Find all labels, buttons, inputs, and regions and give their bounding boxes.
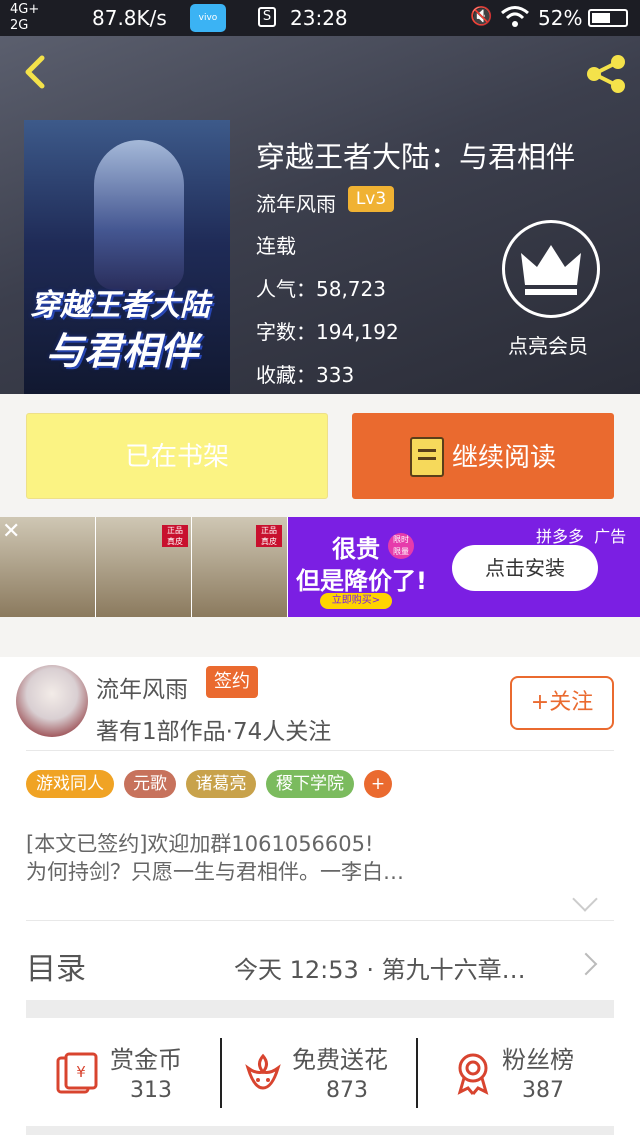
book-cover[interactable]: 穿越王者大陆 与君相伴 (24, 120, 230, 394)
cover-illustration (94, 140, 184, 290)
ad-headline-1: 很贵 (332, 535, 380, 563)
tag-chip[interactable]: 稷下学院 (266, 770, 354, 798)
book-author[interactable]: 流年风雨 (256, 188, 336, 217)
toc-latest-chapter[interactable]: 今天 12:53 · 第九十六章… (234, 950, 526, 985)
section-gap (26, 1126, 614, 1135)
author-name[interactable]: 流年风雨 (96, 670, 188, 704)
toc-label[interactable]: 目录 (26, 944, 86, 988)
ad-limit-badge: 限时 限量 (388, 533, 414, 559)
book-popularity: 人气：58,723 (256, 277, 386, 301)
shoe-genuine-tag: 正品 真皮 (256, 525, 282, 547)
battery-icon (588, 9, 628, 27)
stat-divider (220, 1038, 222, 1108)
intro-line: [本文已签约]欢迎加群1061056605! (26, 832, 374, 856)
ad-install-button[interactable]: 点击安装 (452, 545, 598, 591)
continue-reading-button[interactable]: 继续阅读 (352, 413, 614, 499)
ad-close-icon[interactable]: ✕ (2, 519, 20, 544)
intro-line: 为何持剑？只愿一生与君相伴。一李白… (26, 860, 404, 884)
book-favorites: 收藏：333 (256, 363, 355, 387)
vip-crown-icon[interactable] (502, 220, 600, 318)
divider (26, 750, 614, 751)
ad-source-label: 拼多多 广告 (536, 527, 627, 546)
ad-headline-2: 但是降价了! (296, 567, 427, 595)
stat-value: 387 (522, 1078, 564, 1103)
tag-chip[interactable]: 诸葛亮 (186, 770, 256, 798)
mute-icon: 🔇 (470, 6, 493, 27)
status-bar: 4G+ 2G 87.8K/s vivo S 23:28 🔇 52% (0, 0, 640, 36)
battery-percentage: 52% (538, 6, 583, 30)
stat-name[interactable]: 免费送花 (292, 1040, 388, 1075)
author-avatar[interactable] (16, 665, 88, 737)
share-icon[interactable] (582, 50, 630, 98)
add-tag-button[interactable]: + (364, 770, 392, 798)
section-gap (26, 1000, 614, 1018)
book-title: 穿越王者大陆：与君相伴 (256, 140, 576, 174)
divider (26, 920, 614, 921)
network-speed: 87.8K/s (92, 6, 167, 30)
cover-title-line2: 与君相伴 (46, 329, 199, 373)
signal-indicator: 4G+ 2G (10, 2, 40, 33)
shoe-genuine-tag: 正品 真皮 (162, 525, 188, 547)
vip-label[interactable]: 点亮会员 (508, 330, 588, 359)
stat-name[interactable]: 赏金币 (110, 1040, 182, 1075)
clock: 23:28 (290, 6, 348, 30)
back-arrow-icon[interactable] (16, 52, 56, 92)
author-summary: 著有1部作品·74人关注 (96, 719, 332, 745)
author-level-badge: Lv3 (348, 186, 394, 212)
ad-buy-now[interactable]: 立即购买> (320, 593, 392, 609)
book-word-count: 字数：194,192 (256, 320, 399, 344)
vivo-app-icon: vivo (190, 4, 226, 32)
wifi-icon (501, 6, 529, 27)
book-icon (410, 437, 444, 477)
book-intro[interactable]: [本文已签约]欢迎加群1061056605! 为何持剑？只愿一生与君相伴。一李白… (26, 830, 404, 886)
book-detail-screen: 4G+ 2G 87.8K/s vivo S 23:28 🔇 52% 穿越王者大陆… (0, 0, 640, 1135)
medal-icon[interactable] (450, 1050, 496, 1096)
stat-name[interactable]: 粉丝榜 (502, 1040, 574, 1075)
svg-text:¥: ¥ (76, 1063, 86, 1081)
tag-chip[interactable]: 元歌 (124, 770, 176, 798)
signed-badge: 签约 (206, 666, 258, 698)
stat-value: 873 (326, 1078, 368, 1103)
flower-icon[interactable] (240, 1050, 286, 1096)
ad-banner[interactable]: ✕ 正品 真皮 正品 真皮 很贵 限时 限量 但是降价了! 立即购买> 点击安装… (0, 517, 640, 617)
red-envelope-icon[interactable]: ¥ (54, 1050, 100, 1096)
book-status: 连载 (256, 234, 296, 258)
continue-reading-label: 继续阅读 (452, 443, 557, 473)
cover-title-line1: 穿越王者大陆 (30, 288, 210, 323)
on-shelf-button[interactable]: 已在书架 (26, 413, 328, 499)
stat-divider (416, 1038, 418, 1108)
s-notification-icon: S (258, 7, 276, 27)
tag-chip[interactable]: 游戏同人 (26, 770, 114, 798)
stat-value: 313 (130, 1078, 172, 1103)
follow-button[interactable]: +关注 (510, 676, 614, 730)
